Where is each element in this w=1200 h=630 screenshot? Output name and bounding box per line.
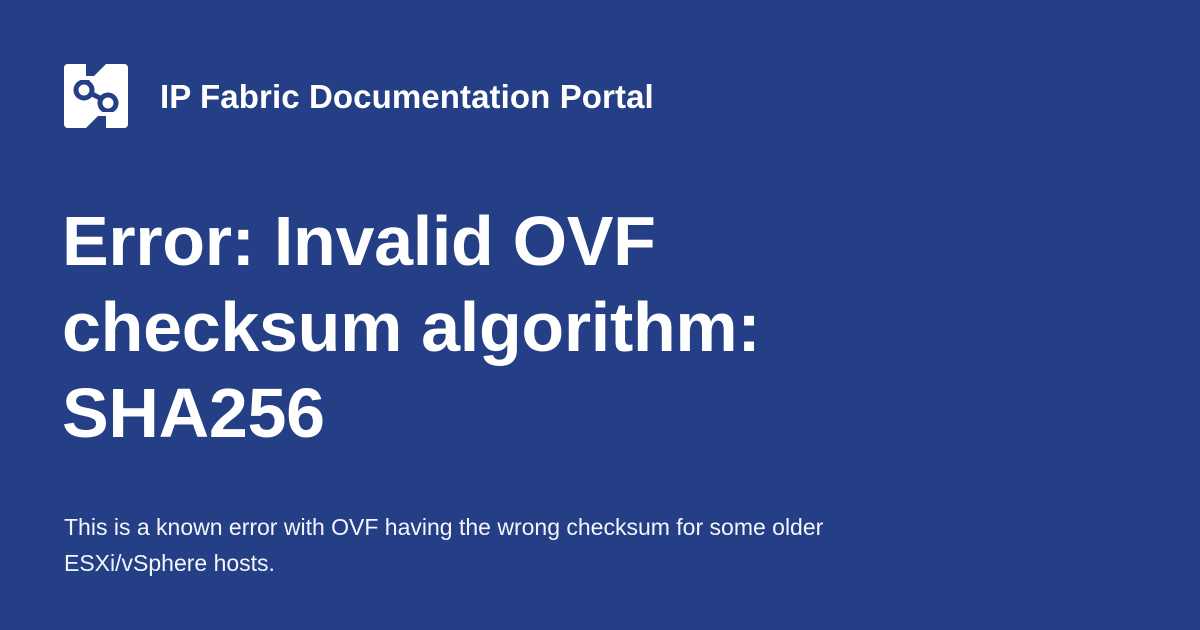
site-name: IP Fabric Documentation Portal (160, 77, 654, 115)
site-header: IP Fabric Documentation Portal (64, 64, 654, 128)
social-preview-card: IP Fabric Documentation Portal Error: In… (0, 0, 1200, 630)
page-description: This is a known error with OVF having th… (64, 514, 824, 576)
page-title: Error: Invalid OVF checksum algorithm: S… (62, 202, 761, 452)
ip-fabric-logo-icon (64, 64, 128, 128)
